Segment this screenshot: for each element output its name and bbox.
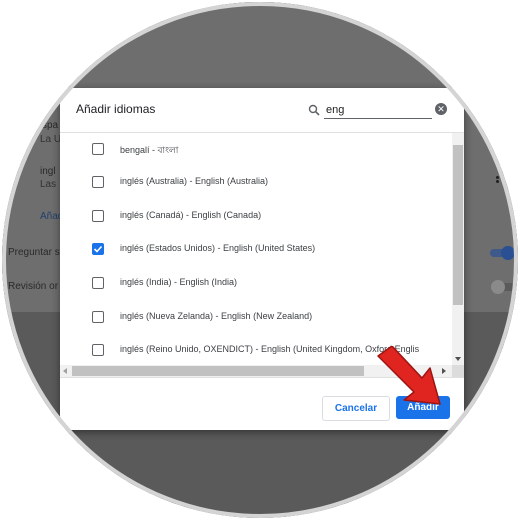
checkbox[interactable] [92, 311, 104, 323]
bg-text-preguntar: Preguntar s [8, 247, 60, 258]
checkbox[interactable] [92, 143, 104, 155]
bg-text-la-u: La U [40, 134, 62, 145]
revision-toggle [491, 280, 516, 294]
magnifier-circle: spa La U ingl Las Añad Preguntar s Revis… [2, 2, 518, 518]
language-row-english-canada[interactable]: inglés (Canadá) - English (Canada) [60, 200, 452, 233]
checkmark-icon [93, 245, 103, 253]
checkbox-checked[interactable] [92, 243, 104, 255]
preguntar-toggle [490, 246, 515, 260]
bg-menu-dot [496, 176, 499, 179]
clear-icon[interactable]: ✕ [435, 103, 447, 115]
checkbox[interactable] [92, 277, 104, 289]
bg-text-revision: Revisión or [8, 281, 59, 292]
red-arrow-annotation-icon [377, 346, 441, 405]
language-label: inglés (India) - English (India) [120, 277, 238, 287]
language-row-english-australia[interactable]: inglés (Australia) - English (Australia) [60, 166, 452, 199]
scrollbar-corner [452, 365, 464, 377]
language-row-english-new-zealand[interactable]: inglés (Nueva Zelanda) - English (New Ze… [60, 301, 452, 334]
bg-text-ingl: ingl [40, 166, 56, 177]
language-row-bengali[interactable]: bengalí - বাংলা [60, 133, 452, 166]
language-label: inglés (Australia) - English (Australia) [120, 176, 269, 186]
checkbox[interactable] [92, 176, 104, 188]
search-box: ✕ [308, 102, 448, 120]
search-input[interactable] [324, 102, 432, 119]
language-label: inglés (Canadá) - English (Canada) [120, 210, 262, 220]
language-row-english-india[interactable]: inglés (India) - English (India) [60, 267, 452, 300]
language-label: bengalí - বাংলা [120, 145, 179, 155]
checkbox[interactable] [92, 344, 104, 356]
scroll-left-arrow-icon[interactable] [63, 368, 67, 374]
horizontal-scroll-thumb[interactable] [72, 366, 364, 376]
language-list: bengalí - বাংলা inglés (Australia) - Eng… [60, 133, 452, 365]
language-label: inglés (Nueva Zelanda) - English (New Ze… [120, 311, 313, 321]
bg-text-las: Las [40, 179, 57, 190]
checkbox[interactable] [92, 210, 104, 222]
bg-menu-dot [496, 180, 499, 183]
dialog-title: Añadir idiomas [76, 102, 156, 116]
vertical-scroll-thumb[interactable] [453, 145, 463, 305]
search-icon [308, 104, 320, 116]
language-row-english-united-states[interactable]: inglés (Estados Unidos) - English (Unite… [60, 233, 452, 266]
scroll-down-arrow-icon[interactable] [455, 357, 461, 361]
language-label: inglés (Estados Unidos) - English (Unite… [120, 243, 316, 253]
vertical-scrollbar[interactable] [452, 133, 464, 367]
bg-text-spa: spa [42, 120, 59, 131]
